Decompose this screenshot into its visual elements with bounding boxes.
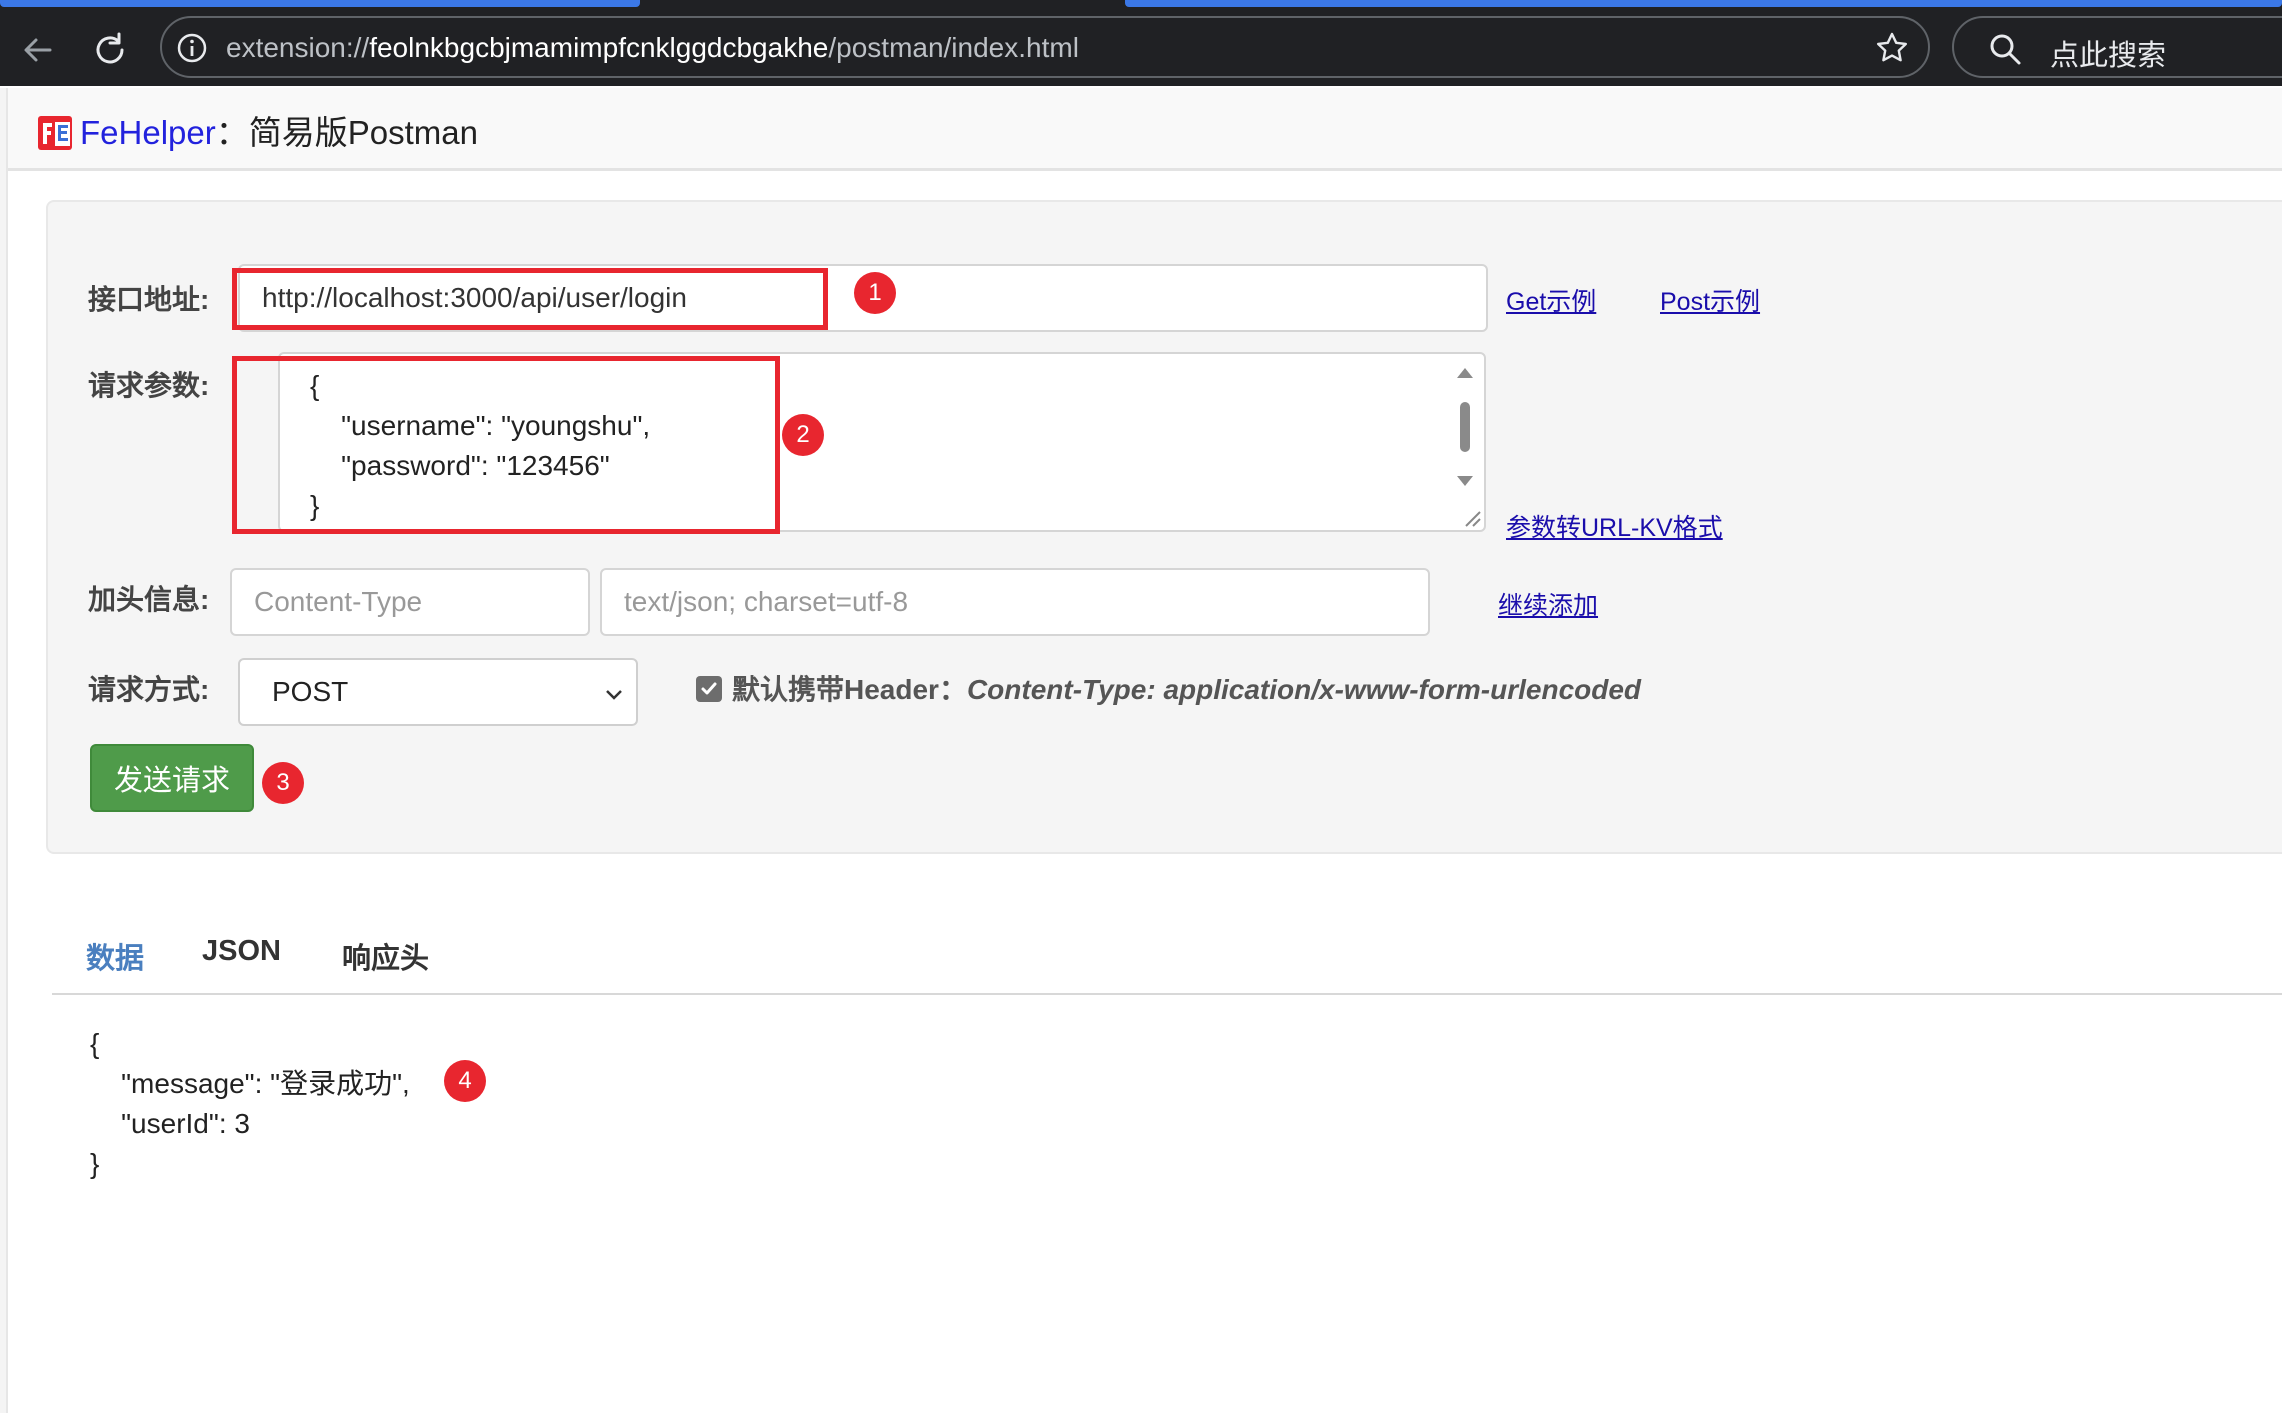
default-header-text: 默认携带Header：Content-Type: application/x-w… (732, 674, 1642, 705)
tab-json[interactable]: JSON (202, 935, 281, 968)
params-label: 请求参数: (88, 370, 210, 401)
search-placeholder: 点此搜索 (2050, 40, 2167, 72)
back-button[interactable] (10, 22, 66, 78)
method-select-value: POST (272, 676, 349, 707)
address-bar[interactable]: extension://feolnkbgcbjmamimpfcnklggdcbg… (160, 16, 1930, 78)
annotation-box-1 (232, 268, 828, 330)
post-example-link[interactable]: Post示例 (1660, 282, 1760, 318)
annotation-number-3: 3 (262, 762, 304, 804)
address-url: extension://feolnkbgcbjmamimpfcnklggdcbg… (226, 32, 1079, 63)
browser-tab-indicator (0, 0, 640, 7)
headers-label: 加头信息: (88, 584, 210, 615)
request-form-panel: 接口地址: http://localhost:3000/api/user/log… (46, 200, 2282, 854)
annotation-box-2 (232, 356, 780, 534)
add-more-link[interactable]: 继续添加 (1498, 586, 1598, 622)
tab-response-headers[interactable]: 响应头 (342, 935, 429, 977)
page-header: FeHelper：简易版Postman (8, 88, 2282, 171)
chevron-down-icon (606, 690, 622, 700)
page-title: FeHelper：简易版Postman (80, 114, 478, 151)
header-value-input[interactable]: text/json; charset=utf-8 (600, 568, 1430, 636)
to-url-kv-link[interactable]: 参数转URL-KV格式 (1506, 508, 1723, 544)
response-body: { "message": "登录成功", "userId": 3} (90, 1028, 410, 1179)
tab-data[interactable]: 数据 (86, 935, 144, 977)
resize-handle-icon[interactable] (1460, 506, 1482, 528)
reload-button[interactable] (82, 22, 138, 78)
header-key-input[interactable]: Content-Type (230, 568, 590, 636)
checkmark-icon (701, 682, 717, 695)
annotation-number-1: 1 (854, 272, 896, 314)
site-info-icon (177, 33, 207, 63)
method-select[interactable]: POST (238, 658, 638, 726)
page-left-edge (0, 88, 8, 1413)
annotation-number-4: 4 (444, 1060, 486, 1102)
browser-toolbar: extension://feolnkbgcbjmamimpfcnklggdcbg… (0, 0, 2282, 86)
method-label: 请求方式: (88, 674, 210, 705)
annotation-number-2: 2 (782, 414, 824, 456)
get-example-link[interactable]: Get示例 (1506, 282, 1596, 318)
result-tabs: 数据 JSON 响应头 (52, 935, 2282, 995)
search-icon (1990, 34, 2021, 65)
browser-tab-indicator (1125, 0, 2282, 7)
back-arrow-icon (24, 38, 52, 62)
default-header-checkbox[interactable] (696, 676, 722, 702)
fehelper-logo-icon (38, 116, 72, 150)
reload-icon (96, 32, 124, 64)
url-label: 接口地址: (88, 284, 210, 315)
bookmark-star-icon[interactable] (1874, 30, 1910, 66)
send-request-button[interactable]: 发送请求 (90, 744, 254, 812)
brand-name[interactable]: FeHelper (80, 114, 216, 151)
browser-search-box[interactable]: 点此搜索 (1952, 16, 2282, 78)
params-scrollbar[interactable] (1450, 362, 1480, 492)
